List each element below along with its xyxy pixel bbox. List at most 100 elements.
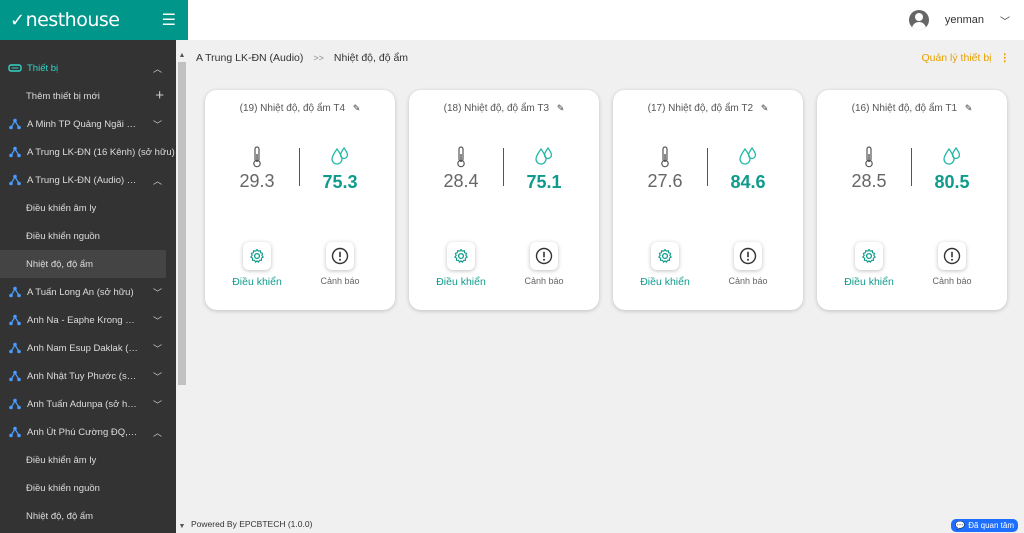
chat-button[interactable]: 💬 Đã quan tâm — [951, 519, 1018, 532]
card-divider — [503, 148, 504, 186]
scroll-up-icon[interactable]: ▲ — [178, 52, 186, 60]
chevron-down-icon[interactable]: ﹀ — [153, 342, 162, 355]
control-button[interactable] — [651, 242, 679, 270]
more-vertical-icon[interactable]: ⋮ — [1000, 52, 1011, 64]
router-icon — [8, 63, 22, 73]
sidebar-sub-amp-control[interactable]: Điều khiển âm ly — [0, 194, 176, 222]
sidebar-item-3[interactable]: A Tuấn Long An (sở hữu) ﹀ — [0, 278, 176, 306]
pencil-icon[interactable]: ✎ — [557, 103, 565, 113]
gear-icon — [862, 248, 876, 263]
control-button[interactable] — [855, 242, 883, 270]
chevron-down-icon[interactable]: ﹀ — [153, 398, 162, 411]
thermometer-icon — [865, 146, 873, 168]
username: yenman — [944, 14, 984, 26]
chevron-up-icon[interactable]: ︿ — [153, 174, 162, 187]
scroll-down-icon[interactable]: ▼ — [178, 523, 186, 531]
chevron-up-icon[interactable]: ︿ — [153, 426, 162, 439]
control-label[interactable]: Điều khiển — [421, 276, 501, 288]
logo-check-icon: ✓ — [10, 9, 25, 31]
warning-button[interactable] — [326, 242, 354, 270]
thermometer-icon — [457, 146, 465, 168]
card-title: (19) Nhiệt độ, độ ẩm T4 — [239, 103, 346, 114]
warning-button[interactable] — [734, 242, 762, 270]
breadcrumb-parent[interactable]: A Trung LK-ĐN (Audio) — [196, 52, 303, 64]
network-icon — [8, 426, 22, 438]
add-device-label: Thêm thiết bị mới — [26, 90, 100, 102]
sidebar-item-7[interactable]: Anh Tuấn Adunpa (sở hữu) ﹀ — [0, 390, 176, 418]
alert-circle-icon — [331, 247, 349, 265]
sidebar-item-2[interactable]: A Trung LK-ĐN (Audio) (s... ︿ — [0, 166, 176, 194]
warning-label[interactable]: Cảnh báo — [300, 276, 380, 286]
control-button[interactable] — [243, 242, 271, 270]
chevron-up-icon[interactable]: ︿ — [153, 62, 162, 75]
gear-icon — [658, 248, 672, 263]
chevron-down-icon[interactable]: ﹀ — [153, 314, 162, 327]
plus-icon[interactable]: + — [155, 87, 164, 104]
warning-label[interactable]: Cảnh báo — [708, 276, 788, 286]
sidebar-sub-temp-humidity[interactable]: Nhiệt độ, độ ẩm — [0, 250, 166, 278]
sidebar-item-4[interactable]: Anh Na - Eaphe Krong Pa... ﹀ — [0, 306, 176, 334]
sidebar-item-label: Anh Nam Esup Daklak (s... — [27, 342, 139, 354]
sidebar-item-label: Anh Na - Eaphe Krong Pa... — [27, 314, 139, 326]
breadcrumb: A Trung LK-ĐN (Audio) >> Nhiệt độ, độ ẩm — [196, 52, 408, 64]
network-icon — [8, 174, 22, 186]
pencil-icon[interactable]: ✎ — [353, 103, 361, 113]
chevron-down-icon[interactable]: ﹀ — [153, 370, 162, 383]
sidebar-sub-power-control[interactable]: Điều khiển nguồn — [0, 222, 176, 250]
sidebar-item-8[interactable]: Anh Út Phú Cường ĐQ,ĐN... ︿ — [0, 418, 176, 446]
sidebar-sub-amp-control[interactable]: Điều khiển âm ly — [0, 446, 176, 474]
temperature-value: 28.4 — [443, 171, 479, 191]
alert-circle-icon — [739, 247, 757, 265]
manage-devices-button[interactable]: Quản lý thiết bị ⋮ — [921, 52, 1010, 64]
card-divider — [299, 148, 300, 186]
sidebar-sub-power-control[interactable]: Điều khiển nguồn — [0, 474, 176, 502]
top-bar: yenman ﹀ — [188, 0, 1024, 40]
sidebar-item-label: A Minh TP Quảng Ngãi (s... — [27, 118, 139, 130]
sidebar-sub-temp-humidity[interactable]: Nhiệt độ, độ ẩm — [0, 502, 176, 530]
breadcrumb-current: Nhiệt độ, độ ẩm — [333, 52, 409, 64]
thermometer-icon — [661, 146, 669, 168]
footer: Powered By EPCBTECH (1.0.0) — [191, 519, 313, 529]
warning-button[interactable] — [938, 242, 966, 270]
card-title: (16) Nhiệt độ, độ ẩm T1 — [851, 103, 958, 114]
card-title-row: (18) Nhiệt độ, độ ẩm T3 ✎ — [409, 103, 599, 114]
card-title-row: (17) Nhiệt độ, độ ẩm T2 ✎ — [613, 103, 803, 114]
chevron-down-icon[interactable]: ﹀ — [153, 286, 162, 299]
sidebar-item-label: Anh Tuấn Adunpa (sở hữu) — [27, 398, 139, 410]
network-icon — [8, 314, 22, 326]
pencil-icon[interactable]: ✎ — [965, 103, 973, 113]
warning-button[interactable] — [530, 242, 558, 270]
logo[interactable]: ✓ nesthouse — [10, 9, 120, 31]
gear-icon — [250, 248, 264, 263]
sidebar-item-1[interactable]: A Trung LK-ĐN (16 Kênh) (sở hữu) — [0, 138, 176, 166]
sidebar-item-5[interactable]: Anh Nam Esup Daklak (s... ﹀ — [0, 334, 176, 362]
sidebar-item-0[interactable]: A Minh TP Quảng Ngãi (s... ﹀ — [0, 110, 176, 138]
humidity-value: 80.5 — [934, 172, 970, 192]
network-icon — [8, 118, 22, 130]
control-label[interactable]: Điều khiển — [217, 276, 297, 288]
card-title: (17) Nhiệt độ, độ ẩm T2 — [647, 103, 754, 114]
sidebar-item-6[interactable]: Anh Nhật Tuy Phước (sở ... ﹀ — [0, 362, 176, 390]
sidebar-scrollbar[interactable]: ▲ ▼ — [176, 50, 188, 533]
control-label[interactable]: Điều khiển — [829, 276, 909, 288]
warning-label[interactable]: Cảnh báo — [504, 276, 584, 286]
add-device-item[interactable]: Thêm thiết bị mới + — [0, 82, 176, 110]
control-label[interactable]: Điều khiển — [625, 276, 705, 288]
card-title: (18) Nhiệt độ, độ ẩm T3 — [443, 103, 550, 114]
humidity-value: 75.3 — [322, 172, 358, 192]
pencil-icon[interactable]: ✎ — [761, 103, 769, 113]
avatar-icon — [908, 10, 929, 30]
warning-label[interactable]: Cảnh báo — [912, 276, 992, 286]
chevron-down-icon[interactable]: ﹀ — [153, 118, 162, 131]
sidebar-item-label: A Trung LK-ĐN (16 Kênh) (sở hữu) — [27, 146, 175, 158]
control-button[interactable] — [447, 242, 475, 270]
sidebar-item-label: A Trung LK-ĐN (Audio) (s... — [27, 174, 139, 186]
sidebar-item-label: Anh Nhật Tuy Phước (sở ... — [27, 370, 139, 382]
humidity-value: 75.1 — [526, 172, 562, 192]
humidity-icon — [943, 146, 961, 165]
scrollbar-thumb[interactable] — [178, 62, 186, 385]
user-menu[interactable]: yenman ﹀ — [908, 10, 1010, 30]
sidebar-section-devices[interactable]: Thiết bị ︿ — [0, 54, 176, 82]
hamburger-menu-icon[interactable]: ☰ — [162, 10, 176, 30]
card-divider — [911, 148, 912, 186]
